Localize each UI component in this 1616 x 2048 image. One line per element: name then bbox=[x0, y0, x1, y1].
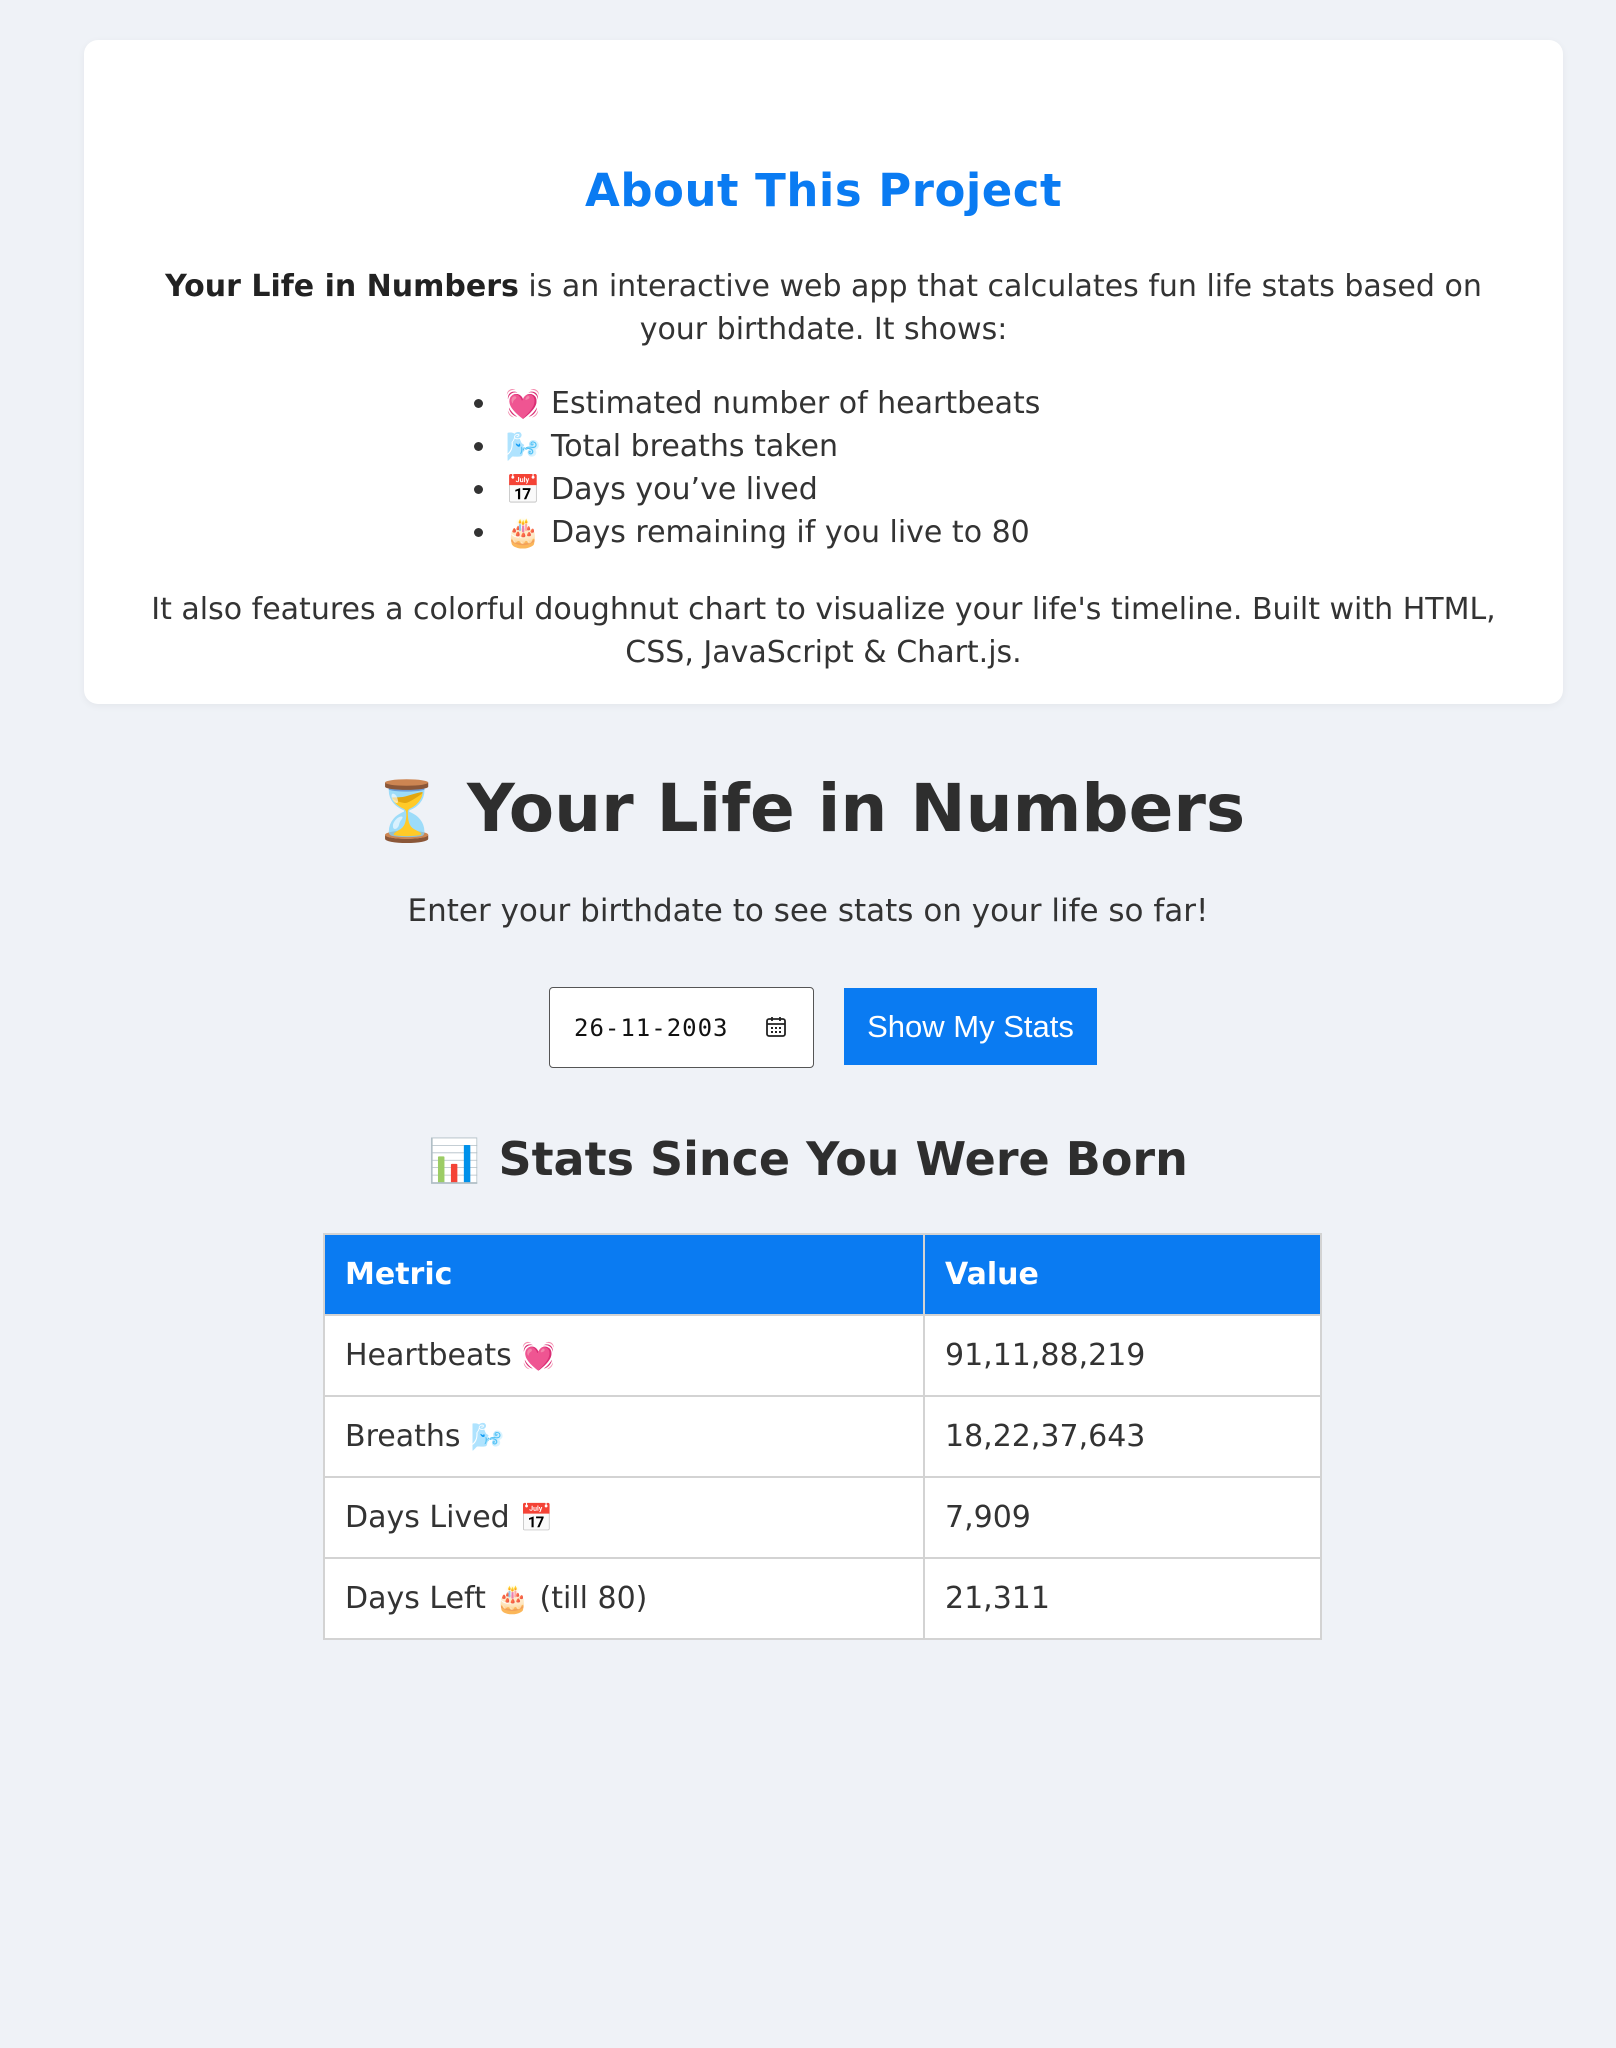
about-outro: It also features a colorful doughnut cha… bbox=[151, 592, 1496, 670]
about-intro-app-name: Your Life in Numbers bbox=[165, 269, 519, 304]
stats-table: Metric Value Heartbeats 💓 91,11,88,219 Br… bbox=[323, 1233, 1322, 1640]
show-stats-button[interactable]: Show My Stats bbox=[844, 988, 1097, 1065]
feature-label: Estimated number of heartbeats bbox=[551, 386, 1041, 421]
about-intro: Your Life in Numbers is an interactive w… bbox=[164, 265, 1483, 351]
metric-cell: Days Lived 📅 bbox=[323, 1476, 925, 1559]
stats-title-text: Stats Since You Were Born bbox=[498, 1132, 1188, 1186]
calendar-picker-icon[interactable] bbox=[765, 1016, 787, 1038]
feature-list: 💓 Estimated number of heartbeats 🌬️ Total … bbox=[439, 382, 1041, 554]
cake-icon: 🎂 bbox=[495, 1584, 530, 1615]
metric-cell: Days Left 🎂 (till 80) bbox=[323, 1557, 925, 1640]
feature-item-days-remaining: 🎂 Days remaining if you live to 80 bbox=[499, 511, 1040, 554]
birthdate-input[interactable]: 26-11-2003 bbox=[549, 987, 814, 1068]
metric-cell: Heartbeats 💓 bbox=[323, 1314, 925, 1397]
metric-suffix: (till 80) bbox=[539, 1581, 648, 1616]
column-header-metric: Metric bbox=[323, 1233, 925, 1316]
about-title: About This Project bbox=[585, 164, 1062, 217]
page-title: ⏳ Your Life in Numbers bbox=[0, 770, 1616, 847]
metric-label: Days Lived bbox=[345, 1500, 510, 1535]
stats-title: 📊 Stats Since You Were Born bbox=[0, 1132, 1616, 1186]
metric-cell: Breaths 🌬️ bbox=[323, 1395, 925, 1478]
about-intro-text: is an interactive web app that calculate… bbox=[518, 269, 1482, 347]
table-row: Breaths 🌬️ 18,22,37,643 bbox=[323, 1395, 1322, 1478]
calendar-icon: 📅 bbox=[505, 473, 541, 506]
table-header-row: Metric Value bbox=[323, 1233, 1322, 1316]
calendar-icon: 📅 bbox=[519, 1503, 554, 1534]
table-row: Days Lived 📅 7,909 bbox=[323, 1476, 1322, 1559]
feature-label: Days you’ve lived bbox=[551, 472, 818, 507]
value-cell: 21,311 bbox=[923, 1557, 1322, 1640]
feature-item-days-lived: 📅 Days you’ve lived bbox=[499, 468, 1040, 511]
page-subtitle: Enter your birthdate to see stats on you… bbox=[407, 893, 1209, 929]
feature-label: Days remaining if you live to 80 bbox=[551, 515, 1030, 550]
metric-label: Heartbeats bbox=[345, 1338, 512, 1373]
heart-icon: 💓 bbox=[505, 387, 541, 420]
column-header-value: Value bbox=[923, 1233, 1322, 1316]
value-cell: 18,22,37,643 bbox=[923, 1395, 1322, 1478]
cake-icon: 🎂 bbox=[505, 516, 541, 549]
table-row: Heartbeats 💓 91,11,88,219 bbox=[323, 1314, 1322, 1397]
breath-icon: 🌬️ bbox=[505, 430, 541, 463]
breath-icon: 🌬️ bbox=[470, 1422, 505, 1453]
feature-item-heartbeats: 💓 Estimated number of heartbeats bbox=[499, 382, 1041, 425]
bar-chart-icon: 📊 bbox=[428, 1136, 481, 1185]
table-row: Days Left 🎂 (till 80) 21,311 bbox=[323, 1557, 1322, 1640]
metric-label: Days Left bbox=[345, 1581, 486, 1616]
about-card: About This Project Your Life in Numbers … bbox=[84, 40, 1563, 704]
birthdate-value[interactable]: 26-11-2003 bbox=[574, 1014, 729, 1042]
value-cell: 7,909 bbox=[923, 1476, 1322, 1559]
heart-icon: 💓 bbox=[521, 1341, 556, 1372]
hourglass-icon: ⏳ bbox=[370, 777, 444, 845]
page-title-text: Your Life in Numbers bbox=[467, 770, 1246, 847]
feature-item-breaths: 🌬️ Total breaths taken bbox=[499, 425, 1040, 468]
feature-label: Total breaths taken bbox=[551, 429, 839, 464]
metric-label: Breaths bbox=[345, 1419, 461, 1454]
value-cell: 91,11,88,219 bbox=[923, 1314, 1322, 1397]
